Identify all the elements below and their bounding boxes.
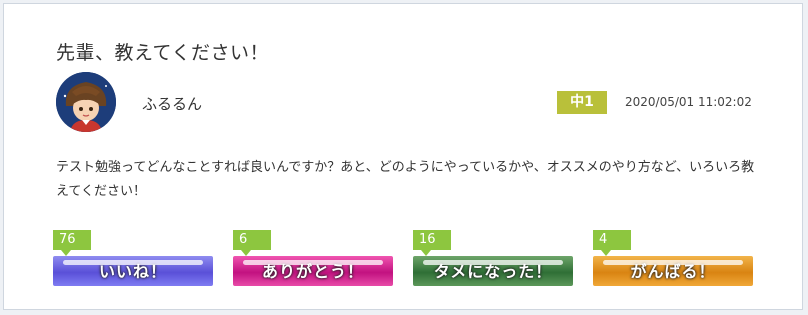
reaction-thanks: 6 ありがとう！	[233, 230, 393, 286]
username[interactable]: ふるるん	[142, 93, 202, 114]
reaction-count: 4	[593, 230, 631, 256]
reaction-count: 16	[413, 230, 451, 256]
post-datetime: 2020/05/01 11:02:02	[625, 95, 752, 109]
helpful-button[interactable]: タメになった！	[413, 256, 573, 286]
reaction-cheer: 4 がんばる！	[593, 230, 753, 286]
post-card: 先輩、教えてください！ ふるるん 中1 2020/05/01 11:02:02 …	[3, 3, 803, 310]
reaction-like: 76 いいね！	[53, 230, 213, 286]
avatar[interactable]	[56, 72, 116, 132]
reaction-count: 76	[53, 230, 91, 256]
reaction-count: 6	[233, 230, 271, 256]
like-button[interactable]: いいね！	[53, 256, 213, 286]
cheer-button[interactable]: がんばる！	[593, 256, 753, 286]
reaction-helpful: 16 タメになった！	[413, 230, 573, 286]
girl-avatar-icon	[56, 72, 116, 132]
post-body: テスト勉強ってどんなことすれば良いんですか？あと、どのようにやっているかや、オス…	[56, 160, 755, 199]
grade-badge: 中1	[557, 91, 607, 114]
post-title: 先輩、教えてください！	[56, 42, 269, 64]
thanks-button[interactable]: ありがとう！	[233, 256, 393, 286]
